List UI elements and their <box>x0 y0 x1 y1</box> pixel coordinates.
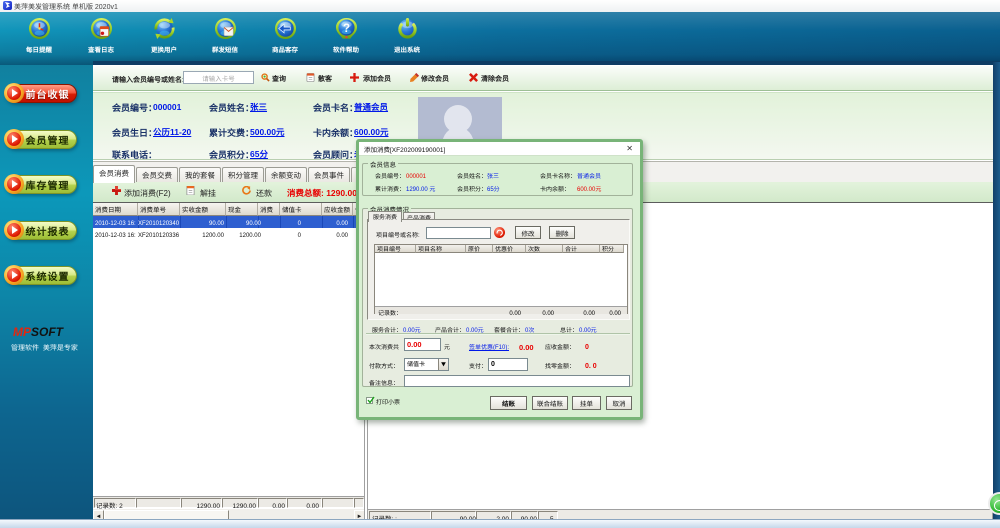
svg-text:?: ? <box>342 23 349 35</box>
